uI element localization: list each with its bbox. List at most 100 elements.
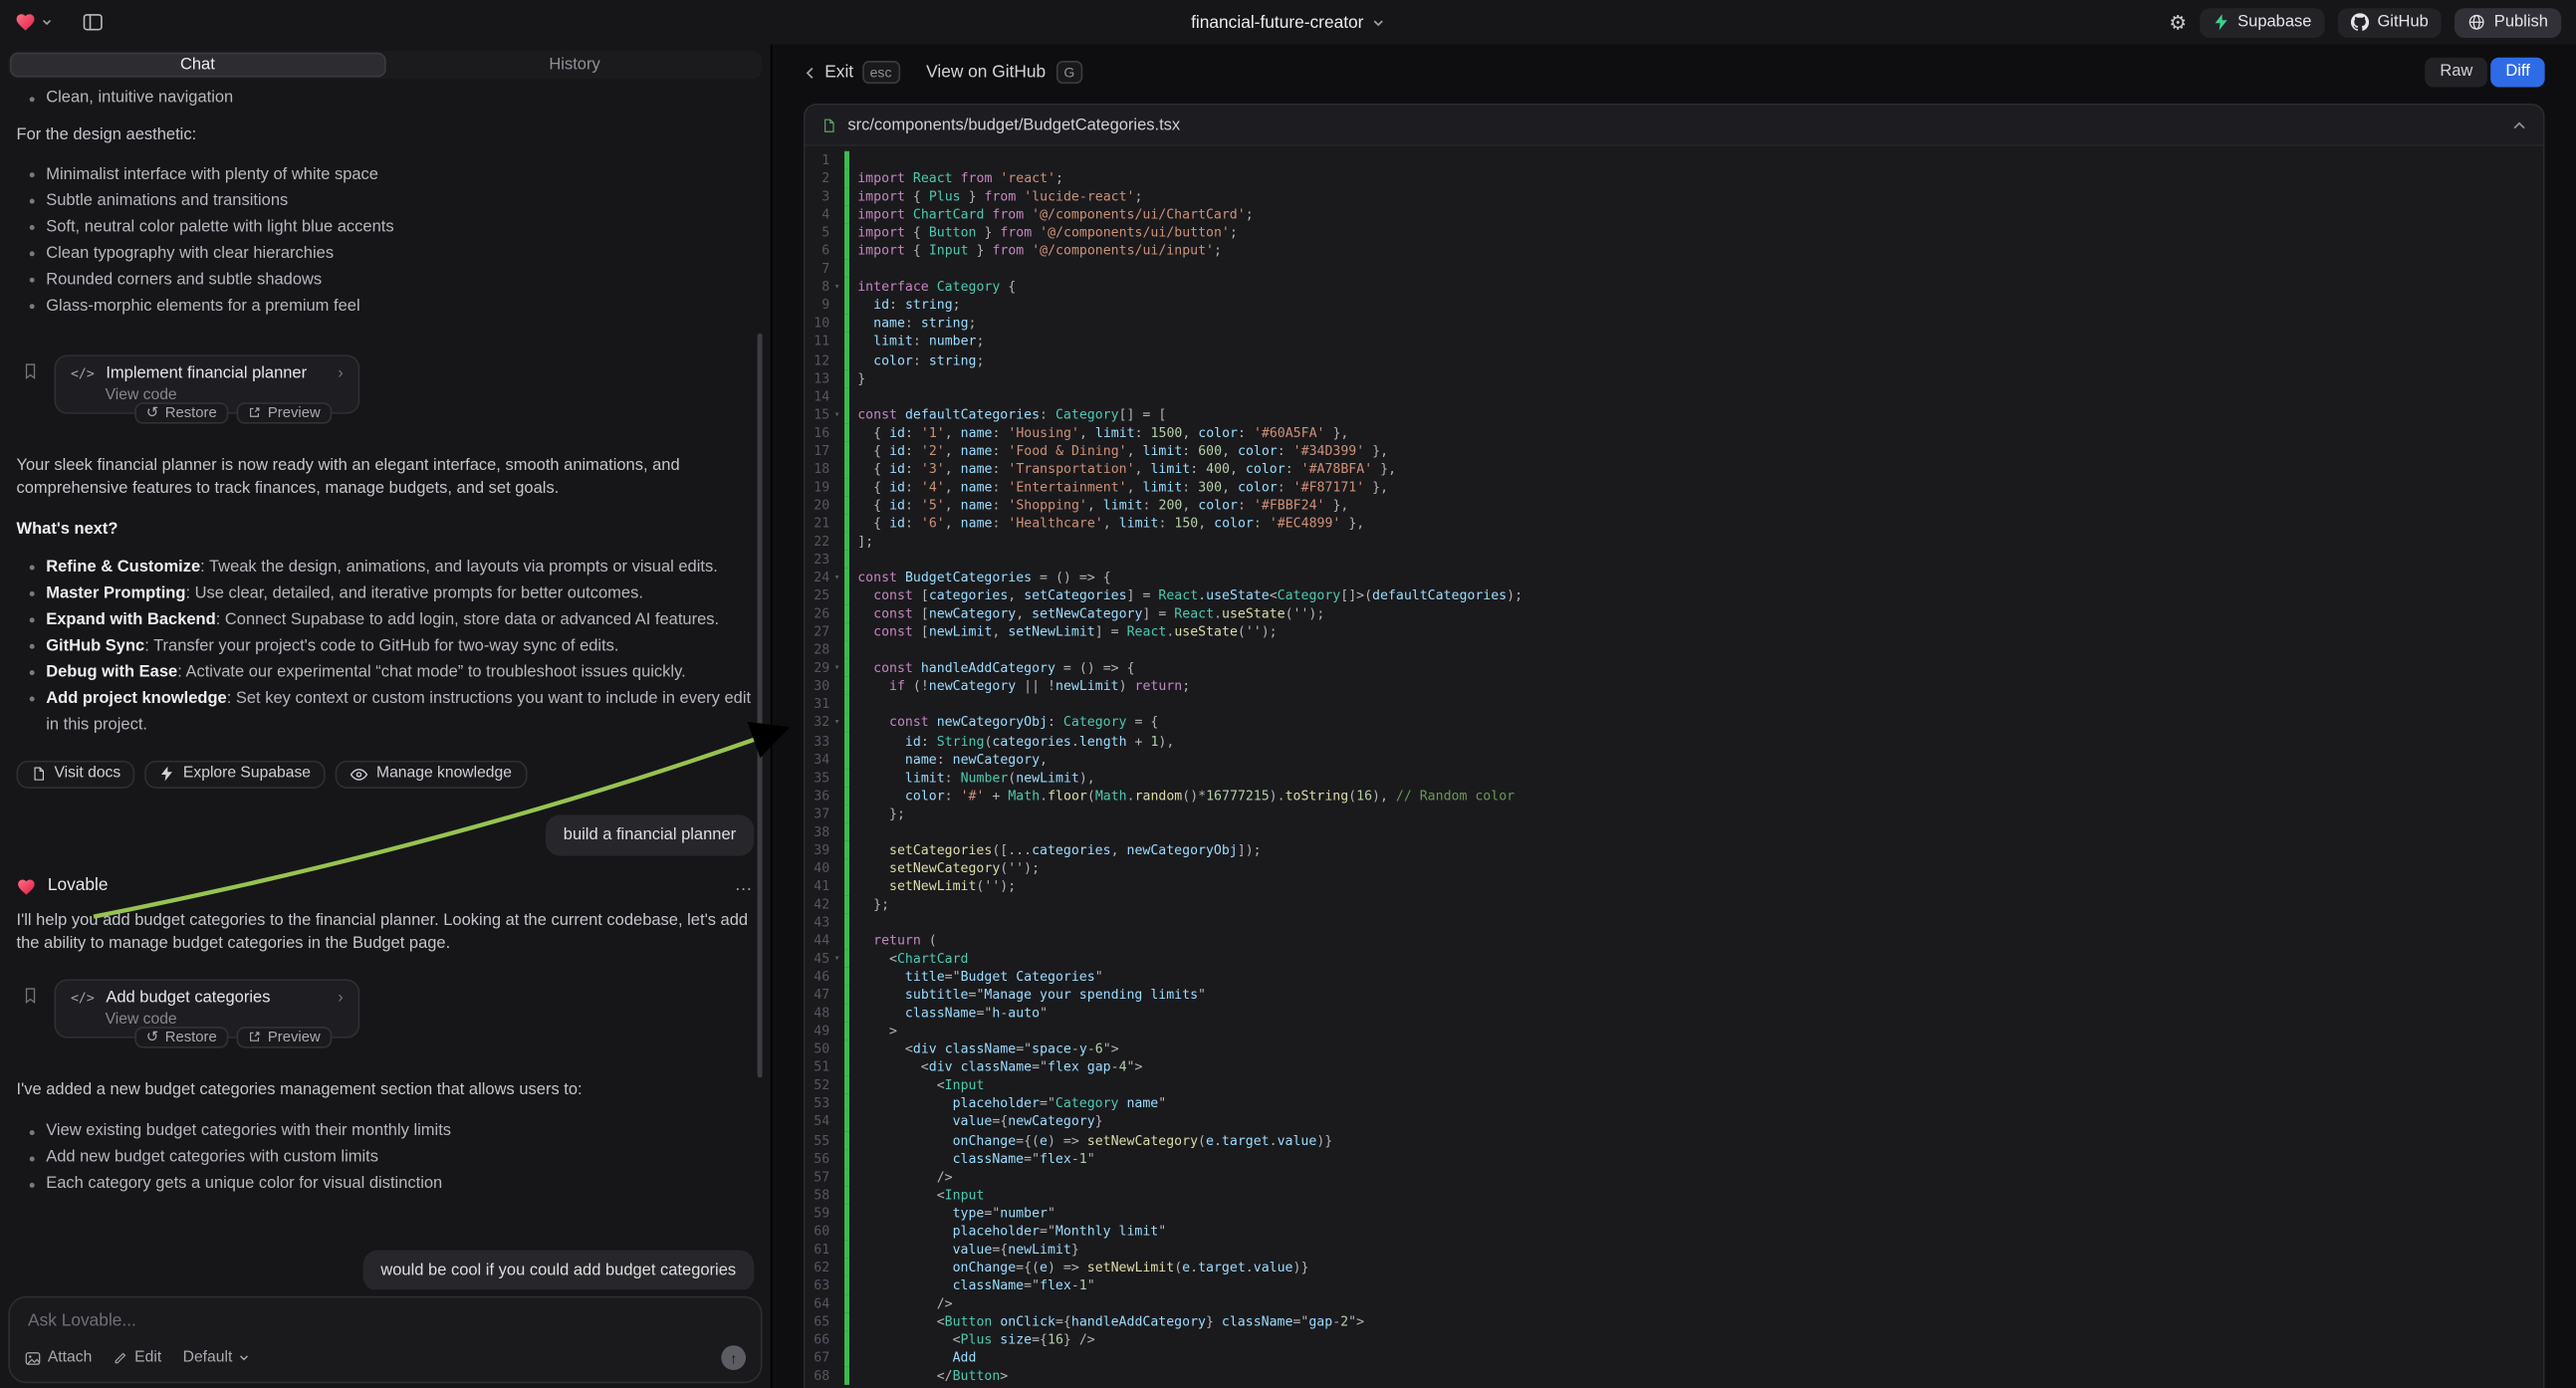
code-text: id: String(categories.length + 1),: [849, 732, 1174, 750]
supabase-icon: [2213, 13, 2228, 31]
fold-chevron-icon[interactable]: ▾: [829, 714, 844, 732]
line-number: 51: [805, 1058, 829, 1076]
code-text: [849, 913, 857, 931]
external-link-icon: [248, 406, 261, 419]
edit-card-title: Add budget categories: [106, 988, 326, 1008]
project-switcher[interactable]: financial-future-creator: [1191, 12, 1385, 32]
line-number: 58: [805, 1186, 829, 1204]
line-number: 64: [805, 1294, 829, 1312]
code-text: />: [849, 1294, 953, 1312]
publish-label: Publish: [2494, 13, 2548, 31]
list-item: Clean, intuitive navigation: [16, 86, 754, 112]
line-number: 33: [805, 732, 829, 750]
restore-button[interactable]: ↺Restore: [134, 401, 228, 422]
fold-gutter: [829, 968, 844, 986]
assistant-intro-paragraph: I'll help you add budget categories to t…: [16, 909, 754, 957]
bookmark-icon[interactable]: [21, 985, 39, 1005]
lovable-logo-button[interactable]: [15, 12, 53, 33]
bullet-text: Rounded corners and subtle shadows: [46, 267, 322, 293]
code-line: 16 { id: '1', name: 'Housing', limit: 15…: [805, 423, 2543, 441]
view-on-github-button[interactable]: View on GitHub G: [926, 61, 1082, 84]
view-on-github-label: View on GitHub: [926, 63, 1046, 83]
edit-card-title: Implement financial planner: [106, 363, 326, 383]
file-header[interactable]: src/components/budget/BudgetCategories.t…: [805, 106, 2543, 146]
restore-button[interactable]: ↺Restore: [134, 1026, 228, 1046]
line-number: 52: [805, 1076, 829, 1094]
preview-label: Preview: [268, 400, 321, 424]
line-number: 18: [805, 460, 829, 478]
bullet-text: GitHub Sync: Transfer your project's cod…: [46, 633, 618, 659]
esc-badge: esc: [861, 61, 899, 84]
chat-input[interactable]: [10, 1297, 761, 1330]
github-shortcut-badge: G: [1055, 61, 1082, 84]
line-number: 46: [805, 968, 829, 986]
code-text: [849, 387, 857, 405]
model-selector[interactable]: Default: [183, 1349, 251, 1367]
chevron-right-icon: ›: [338, 988, 344, 1008]
edit-card-add-budget-categories[interactable]: </> Add budget categories › View code ↺R…: [54, 978, 359, 1037]
supabase-button[interactable]: Supabase: [2200, 7, 2324, 37]
chevron-up-icon[interactable]: [2512, 119, 2527, 131]
line-number: 11: [805, 333, 829, 350]
fold-gutter: [829, 1222, 844, 1240]
code-line: 40 setNewCategory('');: [805, 859, 2543, 877]
explore-supabase-button[interactable]: Explore Supabase: [145, 760, 326, 788]
fold-chevron-icon[interactable]: ▾: [829, 569, 844, 586]
code-icon: </>: [71, 363, 95, 383]
list-item: Debug with Ease: Activate our experiment…: [16, 659, 754, 685]
settings-button[interactable]: ⚙: [2169, 12, 2187, 32]
fold-gutter: [829, 750, 844, 768]
send-button[interactable]: ↑: [721, 1345, 746, 1370]
line-number: 53: [805, 1095, 829, 1113]
restore-icon: ↺: [146, 400, 158, 424]
fold-gutter: [829, 533, 844, 551]
fold-gutter: [829, 151, 844, 169]
manage-knowledge-button[interactable]: Manage knowledge: [336, 760, 527, 788]
preview-button[interactable]: Preview: [237, 1026, 333, 1046]
fold-chevron-icon[interactable]: ▾: [829, 950, 844, 968]
attach-label: Attach: [48, 1349, 92, 1367]
edit-card-implement-financial-planner[interactable]: </> Implement financial planner › View c…: [54, 354, 359, 413]
code-line: 32▾ const newCategoryObj: Category = {: [805, 714, 2543, 732]
quick-actions-row: Visit docs Explore Supabase Manage knowl…: [16, 760, 754, 788]
code-text: [849, 641, 857, 659]
toggle-sidebar-button[interactable]: [82, 12, 103, 33]
chat-scrollbar-thumb[interactable]: [758, 334, 763, 1077]
fold-chevron-icon[interactable]: ▾: [829, 278, 844, 296]
tab-history[interactable]: History: [388, 53, 761, 78]
publish-button[interactable]: Publish: [2455, 7, 2561, 37]
code-line: 33 id: String(categories.length + 1),: [805, 732, 2543, 750]
tab-chat[interactable]: Chat: [10, 53, 385, 78]
bookmark-icon[interactable]: [21, 360, 39, 380]
visit-docs-button[interactable]: Visit docs: [16, 760, 135, 788]
more-options-icon[interactable]: …: [734, 874, 754, 898]
diff-toggle-button[interactable]: Diff: [2490, 58, 2544, 88]
github-button[interactable]: GitHub: [2338, 7, 2442, 37]
code-text: id: string;: [849, 297, 961, 315]
code-text: [849, 260, 857, 278]
line-number: 50: [805, 1041, 829, 1058]
bullet-dot: [30, 172, 35, 177]
bullet-dot: [30, 199, 35, 204]
line-number: 23: [805, 551, 829, 569]
fold-gutter: [829, 460, 844, 478]
fold-gutter: [829, 1186, 844, 1204]
code-line: 64 />: [805, 1294, 2543, 1312]
attach-button[interactable]: Attach: [25, 1349, 93, 1367]
line-number: 31: [805, 696, 829, 714]
raw-toggle-button[interactable]: Raw: [2425, 58, 2487, 88]
fold-chevron-icon[interactable]: ▾: [829, 659, 844, 677]
fold-chevron-icon[interactable]: ▾: [829, 405, 844, 423]
edit-mode-button[interactable]: Edit: [114, 1349, 161, 1367]
exit-button[interactable]: Exit esc: [804, 61, 900, 84]
supabase-label: Supabase: [2237, 13, 2311, 31]
bullet-text: Debug with Ease: Activate our experiment…: [46, 659, 686, 685]
code-viewer-panel: Exit esc View on GitHub G Raw Diff src/c…: [772, 45, 2576, 1388]
code-text: }: [849, 368, 865, 386]
code-text: { id: '6', name: 'Healthcare', limit: 15…: [849, 514, 1364, 532]
code-line: 19 { id: '4', name: 'Entertainment', lim…: [805, 478, 2543, 496]
preview-button[interactable]: Preview: [237, 401, 333, 422]
code-line: 46 title="Budget Categories": [805, 968, 2543, 986]
edit-card-actions: ↺Restore Preview: [134, 401, 332, 422]
assistant-header: Lovable …: [16, 875, 754, 898]
